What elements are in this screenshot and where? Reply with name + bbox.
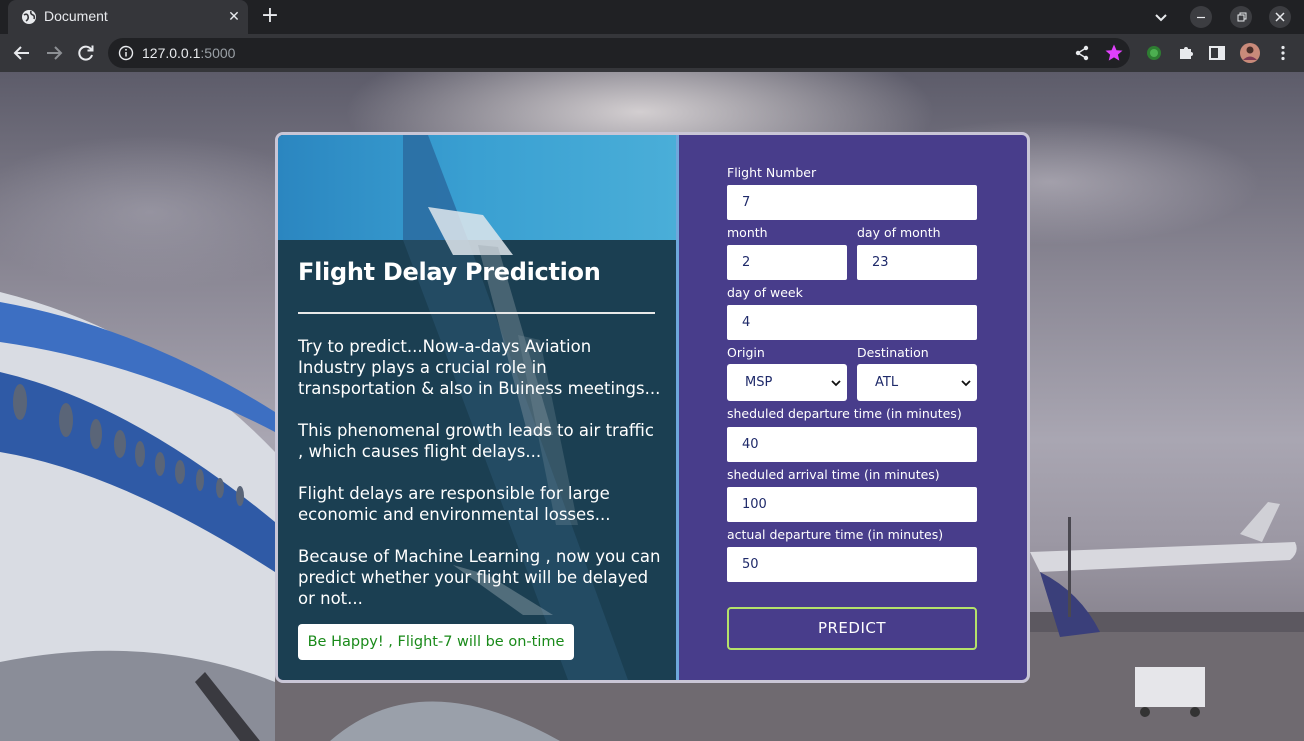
intro-paragraph: Try to predict...Now-a-days Aviation Ind…	[298, 337, 661, 398]
close-icon	[1275, 12, 1285, 22]
url-port: :5000	[200, 45, 236, 61]
prediction-card: Flight Delay Prediction Try to predict..…	[275, 132, 1030, 683]
sched-arr-input[interactable]: 100	[727, 487, 977, 522]
sched-dep-input[interactable]: 40	[727, 427, 977, 462]
destination-value: ATL	[875, 375, 899, 390]
plus-icon[interactable]: +	[258, 5, 282, 29]
title-divider	[298, 312, 655, 314]
puzzle-icon[interactable]	[1176, 43, 1196, 63]
page-viewport: Flight Delay Prediction Try to predict..…	[0, 72, 1304, 741]
panel-divider	[676, 135, 679, 680]
browser-toolbar: 127.0.0.1:5000	[0, 34, 1304, 72]
page-title: Flight Delay Prediction	[298, 258, 601, 286]
day-of-week-input[interactable]: 4	[727, 305, 977, 340]
destination-label: Destination	[857, 345, 929, 360]
chevron-down-icon[interactable]	[1151, 7, 1171, 27]
ml-paragraph: Because of Machine Learning , now you ca…	[298, 547, 661, 608]
address-bar[interactable]: 127.0.0.1:5000	[108, 38, 1130, 68]
origin-label: Origin	[727, 345, 765, 360]
origin-select[interactable]: MSP	[727, 364, 847, 401]
reload-icon[interactable]	[75, 42, 97, 64]
actual-dep-label: actual departure time (in minutes)	[727, 527, 944, 542]
close-icon[interactable]: ✕	[224, 7, 244, 27]
actual-dep-input[interactable]: 50	[727, 547, 977, 582]
month-label: month	[727, 225, 768, 240]
sched-dep-label: sheduled departure time (in minutes)	[727, 406, 962, 421]
day-of-month-input[interactable]: 23	[857, 245, 977, 280]
back-icon[interactable]	[11, 42, 33, 64]
predict-button[interactable]: PREDICT	[727, 607, 977, 650]
month-input[interactable]: 2	[727, 245, 847, 280]
extension-icon[interactable]	[1144, 43, 1164, 63]
share-icon[interactable]	[1072, 43, 1092, 63]
restore-icon	[1237, 12, 1247, 22]
sched-arr-label: sheduled arrival time (in minutes)	[727, 467, 940, 482]
sidepanel-icon[interactable]	[1207, 43, 1227, 63]
chevron-down-icon	[831, 380, 841, 387]
info-icon[interactable]	[118, 45, 134, 61]
origin-value: MSP	[745, 375, 773, 390]
avatar[interactable]	[1239, 42, 1261, 64]
restore-button[interactable]	[1230, 6, 1252, 28]
forward-icon[interactable]	[43, 42, 65, 64]
tab-strip: Document ✕ +	[0, 0, 1304, 34]
tab-title: Document	[44, 8, 108, 24]
day-of-month-label: day of month	[857, 225, 941, 240]
growth-paragraph: This phenomenal growth leads to air traf…	[298, 421, 654, 461]
prediction-result: Be Happy! , Flight-7 will be on-time	[298, 624, 574, 660]
star-icon[interactable]	[1104, 43, 1124, 63]
window-close-button[interactable]	[1269, 6, 1291, 28]
losses-paragraph: Flight delays are responsible for large …	[298, 484, 611, 524]
globe-icon	[22, 10, 36, 24]
flight-number-label: Flight Number	[727, 165, 817, 180]
day-of-week-label: day of week	[727, 285, 803, 300]
minimize-button[interactable]	[1190, 6, 1212, 28]
info-panel: Flight Delay Prediction Try to predict..…	[278, 135, 676, 680]
destination-select[interactable]: ATL	[857, 364, 977, 401]
chevron-down-icon	[961, 380, 971, 387]
browser-tab[interactable]: Document ✕	[8, 0, 248, 34]
menu-icon[interactable]	[1273, 43, 1293, 63]
url-text: 127.0.0.1:5000	[142, 45, 235, 61]
minimize-icon	[1197, 16, 1205, 19]
url-host: 127.0.0.1	[142, 45, 201, 61]
flight-number-input[interactable]: 7	[727, 185, 977, 220]
